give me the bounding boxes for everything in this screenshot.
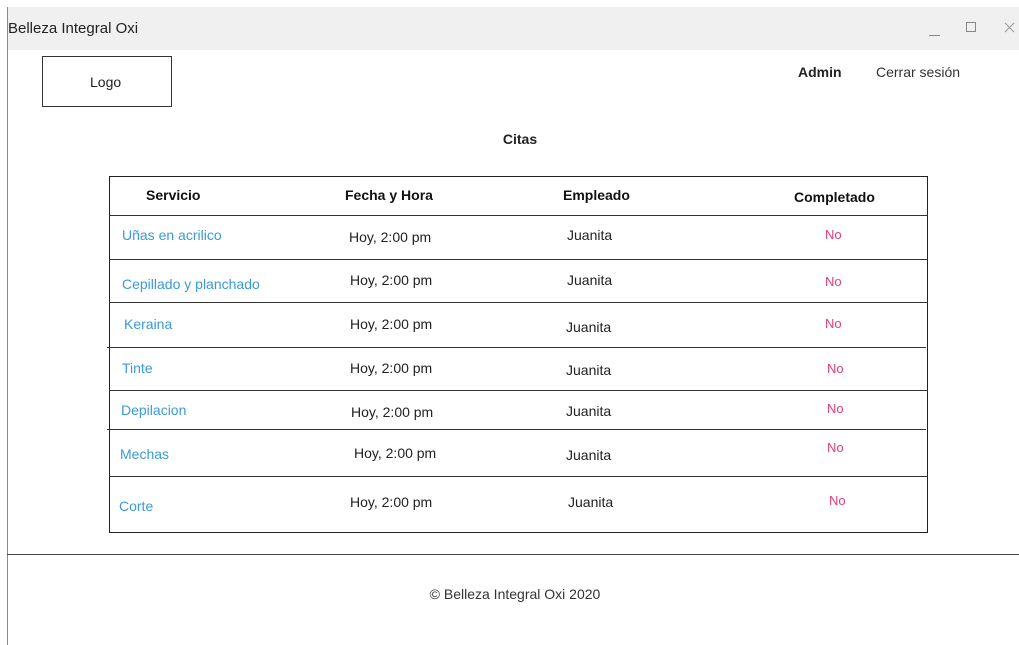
employee-name: Juanita [566,447,612,463]
column-header-servicio: Servicio [146,187,201,203]
service-link[interactable]: Uñas en acrilico [122,227,222,243]
service-link[interactable]: Corte [119,498,153,514]
service-link[interactable]: Mechas [120,446,169,462]
employee-name: Juanita [566,362,612,378]
footer-divider [7,554,1019,555]
appointment-datetime: Hoy, 2:00 pm [350,494,433,510]
minimize-icon[interactable] [926,19,944,37]
page-title: Citas [502,131,538,147]
employee-name: Juanita [567,227,613,243]
row-divider [109,259,928,260]
appointment-datetime: Hoy, 2:00 pm [349,229,432,245]
row-divider [109,302,928,303]
row-divider [107,347,926,348]
logout-link[interactable]: Cerrar sesión [876,64,960,80]
appointment-datetime: Hoy, 2:00 pm [350,316,433,332]
service-link[interactable]: Keraina [124,316,172,332]
logo[interactable]: Logo [42,56,172,107]
completed-status: No [827,401,844,416]
completed-status: No [827,361,844,376]
row-divider [109,476,928,477]
window-titlebar: Belleza Integral Oxi [7,7,1019,50]
footer-copyright: © Belleza Integral Oxi 2020 [429,586,601,602]
completed-status: No [825,316,842,331]
service-link[interactable]: Depilacion [121,402,186,418]
column-header-empleado: Empleado [563,187,630,203]
row-divider [107,429,926,430]
close-icon[interactable] [1001,19,1019,37]
appointment-datetime: Hoy, 2:00 pm [350,272,433,288]
completed-status: No [829,493,846,508]
completed-status: No [827,440,844,455]
appointment-datetime: Hoy, 2:00 pm [354,445,437,461]
column-header-completado: Completado [794,189,875,205]
appointment-datetime: Hoy, 2:00 pm [350,360,433,376]
window-title: Belleza Integral Oxi [8,20,139,37]
completed-status: No [825,227,842,242]
maximize-icon[interactable] [964,19,982,37]
employee-name: Juanita [566,319,612,335]
user-name: Admin [798,64,842,80]
appointment-datetime: Hoy, 2:00 pm [351,404,434,420]
employee-name: Juanita [566,403,612,419]
employee-name: Juanita [567,272,613,288]
row-divider [109,215,928,216]
logo-label: Logo [90,73,122,90]
completed-status: No [825,274,842,289]
employee-name: Juanita [568,494,614,510]
column-header-fecha: Fecha y Hora [345,187,433,203]
service-link[interactable]: Tinte [122,360,153,376]
appointments-table [109,176,928,533]
service-link[interactable]: Cepillado y planchado [122,276,260,292]
row-divider [109,390,928,391]
